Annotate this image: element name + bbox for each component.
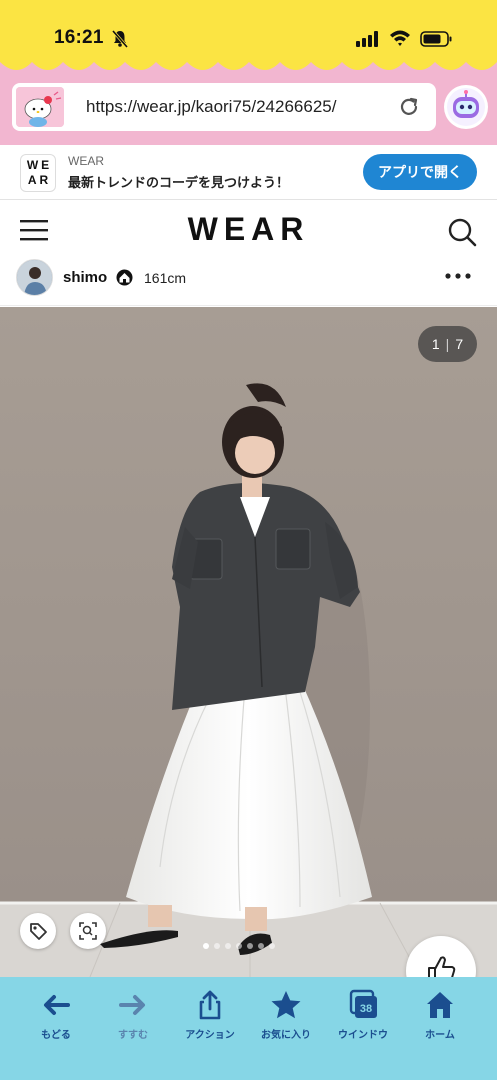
tag-button[interactable] (20, 913, 56, 949)
reload-icon[interactable] (398, 96, 420, 118)
outfit-photo[interactable] (0, 307, 497, 977)
home-label: ホーム (425, 1030, 455, 1041)
browser-toolbar: もどる すすむ アクション お気に入り 38 ウインドウ ホーム (0, 977, 497, 1080)
shop-staff-icon (116, 269, 133, 286)
status-time: 16:21 (54, 27, 104, 48)
page-counter-total: 7 (455, 336, 464, 352)
tag-icon (30, 923, 47, 940)
url-text[interactable]: https://wear.jp/kaori75/24266625/ (86, 97, 336, 117)
robot-extension-button[interactable] (444, 85, 488, 129)
page-counter-current: 1 (431, 336, 440, 352)
windows-button[interactable]: 38 ウインドウ (328, 989, 398, 1045)
logo-line-1: WE (26, 158, 53, 172)
search-icon[interactable] (447, 217, 477, 247)
cellular-signal-icon (356, 31, 378, 47)
back-arrow-icon (44, 995, 70, 1015)
action-button[interactable]: アクション (175, 989, 245, 1045)
wear-app-logo: WE AR (20, 154, 56, 192)
photo-page-counter: 1 | 7 (418, 326, 477, 362)
user-name[interactable]: shimo (63, 269, 107, 286)
home-button[interactable]: ホーム (405, 989, 475, 1045)
forward-button[interactable]: すすむ (98, 989, 168, 1045)
share-icon (199, 990, 221, 1020)
url-bar[interactable]: https://wear.jp/kaori75/24266625/ (12, 83, 436, 131)
robot-icon (447, 88, 485, 126)
user-row: shimo 161cm (0, 259, 497, 306)
avatar[interactable] (16, 259, 53, 296)
window-count-badge: 38 (360, 1003, 372, 1015)
carousel-dot (258, 943, 264, 949)
forward-label: すすむ (118, 1030, 148, 1041)
site-logo[interactable]: WEAR (0, 211, 497, 248)
site-header: WEAR (0, 201, 497, 259)
back-label: もどる (41, 1030, 71, 1041)
windows-label: ウインドウ (338, 1030, 388, 1041)
wifi-icon (390, 30, 410, 46)
favorites-button[interactable]: お気に入り (251, 989, 321, 1045)
scallop-decoration (0, 52, 497, 70)
banner-app-name: WEAR (68, 154, 104, 168)
carousel-dot (214, 943, 220, 949)
carousel-dots (203, 943, 275, 949)
logo-line-2: AR (27, 173, 52, 187)
more-options-icon[interactable] (444, 271, 472, 281)
carousel-dot (203, 943, 209, 949)
hello-kitty-thumbnail (16, 87, 64, 127)
back-button[interactable]: もどる (21, 989, 91, 1045)
forward-arrow-icon (119, 995, 145, 1015)
carousel-dot (236, 943, 242, 949)
carousel-dot (225, 943, 231, 949)
zoom-button[interactable] (70, 913, 106, 949)
battery-icon (420, 31, 452, 47)
favorites-label: お気に入り (261, 1030, 311, 1041)
zoom-scan-icon (79, 922, 97, 940)
app-install-banner: WE AR WEAR 最新トレンドのコーデを見つけよう！ アプリで開く (0, 145, 497, 200)
windows-icon: 38 (349, 989, 377, 1018)
carousel-dot (269, 943, 275, 949)
banner-tagline: 最新トレンドのコーデを見つけよう！ (68, 175, 290, 190)
user-height: 161cm (144, 270, 187, 286)
home-icon (427, 992, 453, 1018)
open-in-app-button[interactable]: アプリで開く (363, 154, 477, 190)
action-label: アクション (185, 1030, 235, 1041)
star-icon (271, 991, 301, 1019)
carousel-dot (247, 943, 253, 949)
muted-bell-icon (112, 30, 128, 48)
